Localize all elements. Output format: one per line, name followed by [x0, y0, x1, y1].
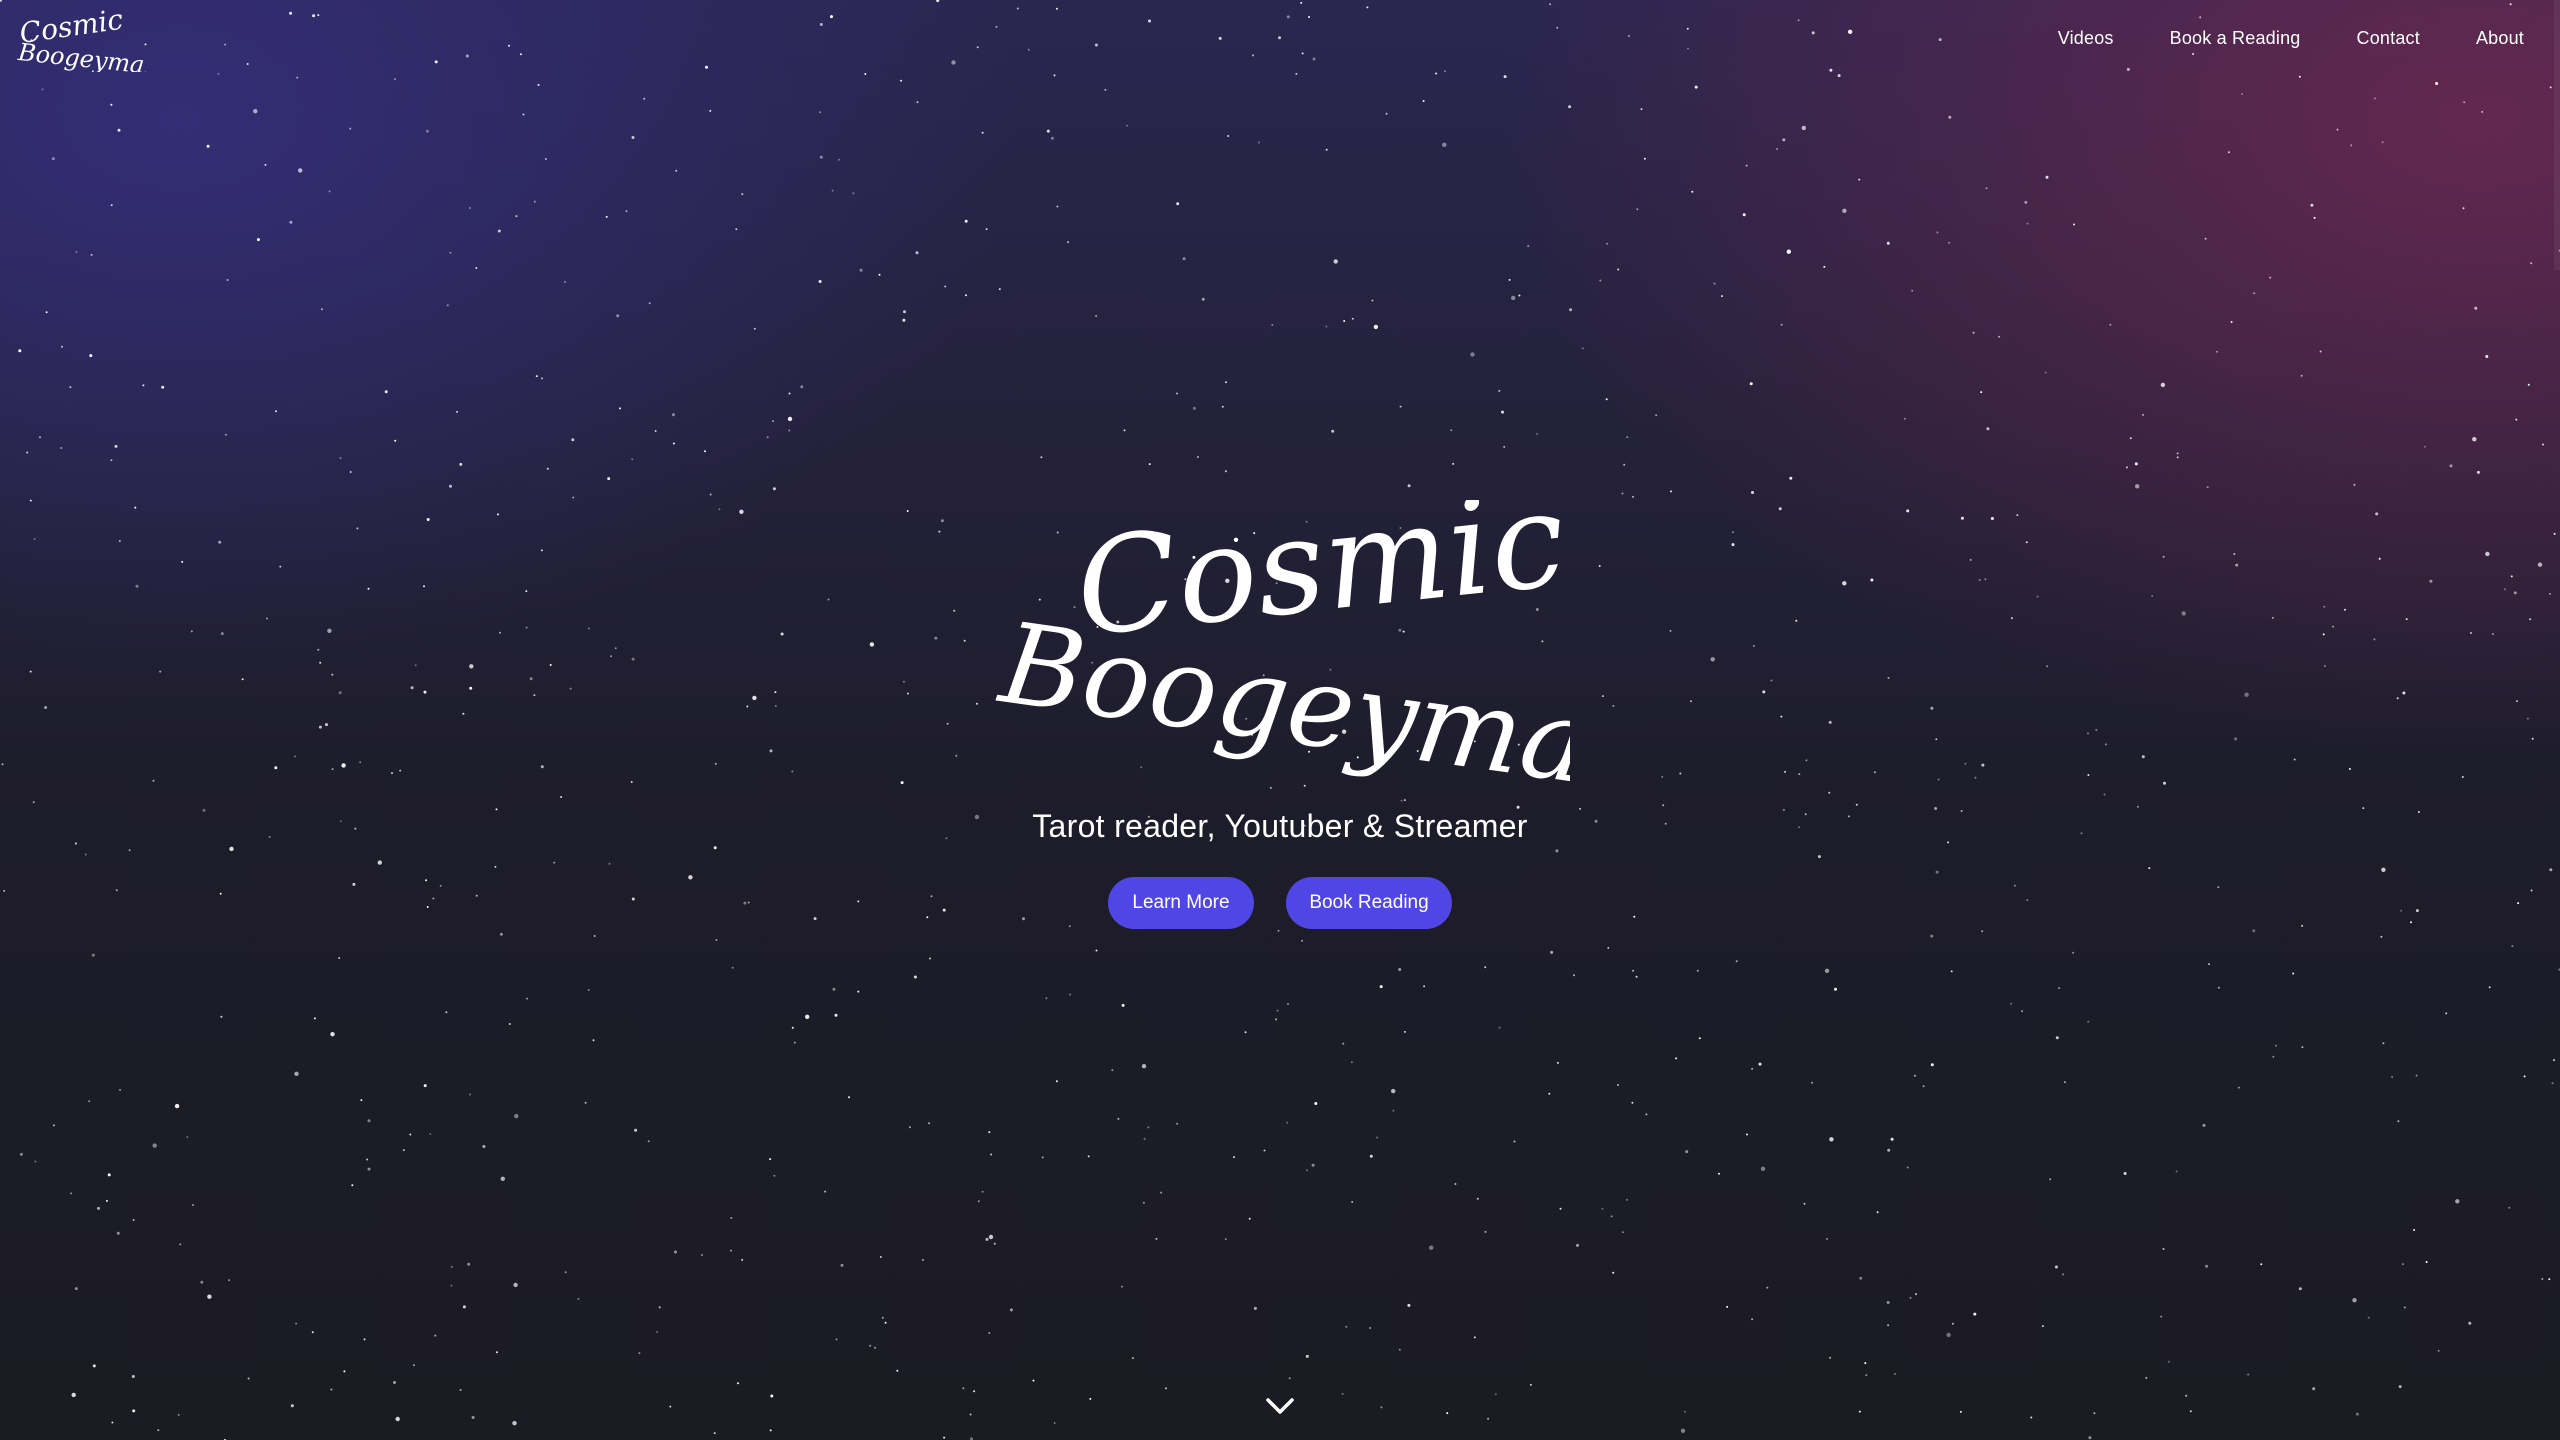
nav-link-contact[interactable]: Contact	[2357, 28, 2420, 49]
learn-more-button[interactable]: Learn More	[1108, 877, 1254, 929]
nav-link-videos[interactable]: Videos	[2058, 28, 2114, 49]
page-scrollbar[interactable]	[2554, 0, 2560, 270]
nav-link-about[interactable]: About	[2476, 28, 2524, 49]
hero-section: Cosmic Boogeyman Videos Book a Reading C…	[0, 0, 2560, 1440]
book-reading-button[interactable]: Book Reading	[1286, 877, 1452, 929]
chevron-down-icon	[1266, 1398, 1294, 1414]
nav-link-book-a-reading[interactable]: Book a Reading	[2170, 28, 2301, 49]
nav-logo[interactable]: Cosmic Boogeyman	[16, 8, 146, 72]
scroll-down-button[interactable]	[1264, 1390, 1296, 1422]
hero-tagline: Tarot reader, Youtuber & Streamer	[1032, 808, 1528, 844]
nav-logo-wordmark: Cosmic Boogeyman	[16, 8, 146, 72]
cta-buttons: Learn More Book Reading	[0, 877, 2560, 929]
top-nav: Videos Book a Reading Contact About	[2058, 28, 2524, 49]
svg-text:Boogeyman: Boogeyman	[16, 38, 146, 72]
hero-wordmark: Cosmic Boogeyman	[990, 500, 1570, 790]
